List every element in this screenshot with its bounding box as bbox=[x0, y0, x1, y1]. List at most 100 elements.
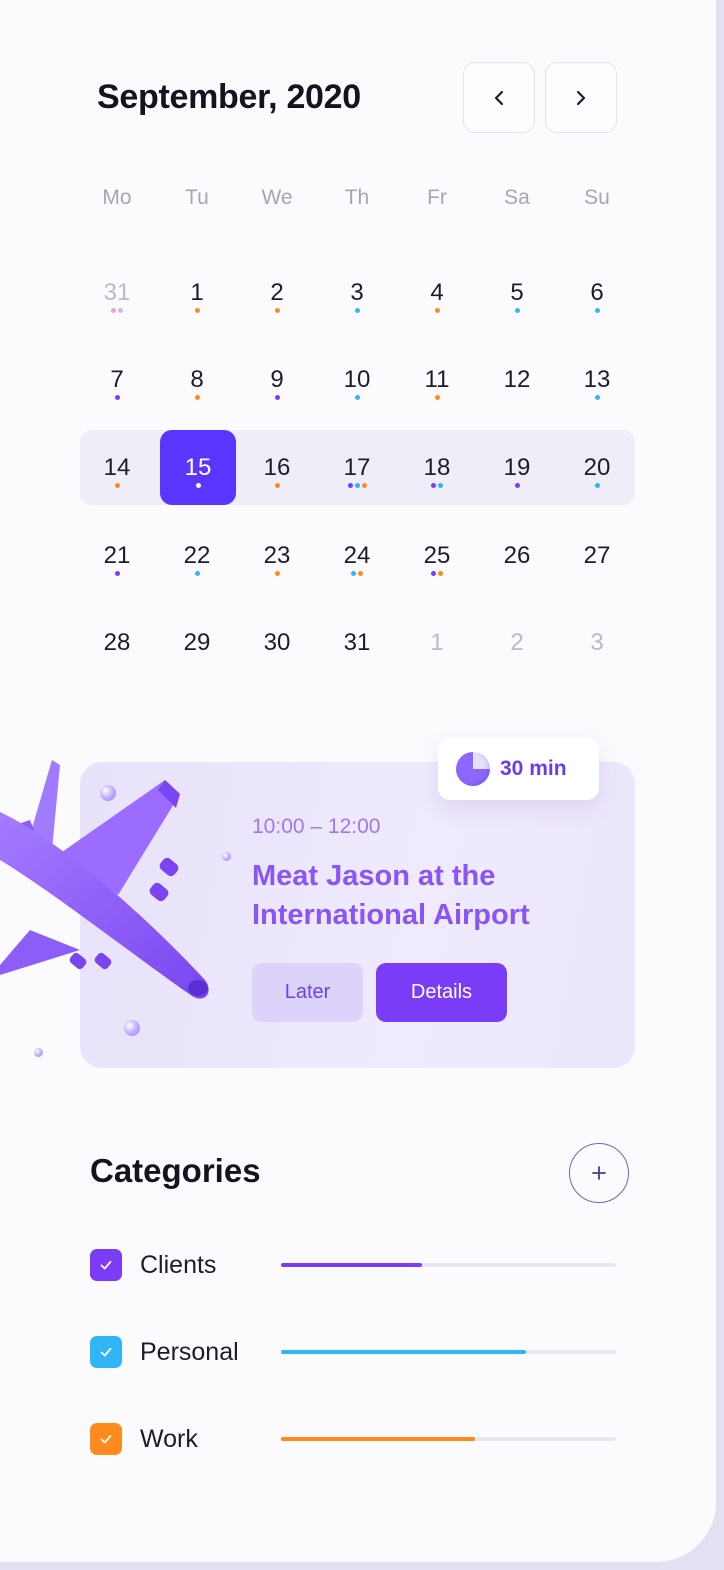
day-number: 8 bbox=[190, 366, 204, 393]
calendar-day[interactable]: 30 bbox=[237, 605, 317, 680]
event-dots bbox=[274, 308, 280, 313]
event-dots bbox=[274, 571, 280, 576]
duration-badge: 30 min bbox=[438, 738, 599, 800]
calendar-day[interactable]: 26 bbox=[477, 518, 557, 593]
event-dots bbox=[194, 395, 200, 400]
calendar-day[interactable]: 20 bbox=[557, 430, 637, 505]
category-progress-track bbox=[281, 1437, 616, 1441]
decorative-bubble bbox=[222, 852, 231, 861]
next-month-button[interactable] bbox=[545, 62, 617, 133]
calendar-day[interactable]: 3 bbox=[557, 605, 637, 680]
event-dot bbox=[114, 395, 120, 400]
event-dots bbox=[195, 483, 201, 488]
category-checkbox[interactable] bbox=[90, 1423, 122, 1455]
plus-icon bbox=[592, 1166, 606, 1180]
details-button[interactable]: Details bbox=[376, 963, 507, 1022]
day-number: 1 bbox=[430, 629, 444, 656]
calendar-day[interactable]: 31 bbox=[317, 605, 397, 680]
event-dots bbox=[194, 308, 200, 313]
calendar-day[interactable]: 7 bbox=[77, 342, 157, 417]
calendar-day[interactable]: 1 bbox=[397, 605, 477, 680]
calendar-day[interactable]: 14 bbox=[77, 430, 157, 505]
calendar-day[interactable]: 18 bbox=[397, 430, 477, 505]
event-dot bbox=[431, 483, 436, 488]
event-dot bbox=[274, 308, 280, 313]
calendar-day[interactable]: 4 bbox=[397, 255, 477, 330]
calendar-day[interactable]: 29 bbox=[157, 605, 237, 680]
event-dot bbox=[114, 483, 120, 488]
event-time: 10:00 – 12:00 bbox=[252, 815, 381, 838]
day-number: 11 bbox=[424, 366, 450, 393]
event-dots bbox=[274, 395, 280, 400]
calendar-day[interactable]: 9 bbox=[237, 342, 317, 417]
weekday-label: We bbox=[261, 186, 293, 209]
day-number: 31 bbox=[343, 629, 371, 656]
day-number: 31 bbox=[103, 279, 131, 306]
weekday-label: Mo bbox=[102, 186, 132, 209]
decorative-bubble bbox=[34, 1048, 43, 1057]
category-label: Work bbox=[140, 1425, 198, 1453]
event-dot bbox=[274, 483, 280, 488]
calendar-day[interactable]: 2 bbox=[477, 605, 557, 680]
calendar-day[interactable]: 10 bbox=[317, 342, 397, 417]
day-number: 15 bbox=[184, 454, 212, 481]
calendar-day-selected[interactable]: 15 bbox=[160, 430, 236, 505]
event-title: Meat Jason at the International Airport bbox=[252, 860, 530, 931]
add-category-button[interactable] bbox=[569, 1143, 629, 1203]
category-progress-fill bbox=[281, 1263, 422, 1267]
calendar-day[interactable]: 25 bbox=[397, 518, 477, 593]
calendar-day[interactable]: 22 bbox=[157, 518, 237, 593]
calendar-day[interactable]: 1 bbox=[157, 255, 237, 330]
categories-title: Categories bbox=[90, 1152, 261, 1189]
calendar-day[interactable]: 23 bbox=[237, 518, 317, 593]
weekday-label: Fr bbox=[427, 186, 447, 209]
event-dots bbox=[114, 571, 120, 576]
previous-month-button[interactable] bbox=[463, 62, 535, 133]
calendar-day[interactable]: 28 bbox=[77, 605, 157, 680]
category-item-personal: Personal bbox=[90, 1332, 620, 1372]
event-dots bbox=[431, 571, 443, 576]
event-dot bbox=[195, 483, 201, 488]
calendar-day[interactable]: 8 bbox=[157, 342, 237, 417]
category-label: Personal bbox=[140, 1338, 239, 1366]
checkmark-icon bbox=[100, 1260, 112, 1270]
category-checkbox[interactable] bbox=[90, 1336, 122, 1368]
event-dots bbox=[114, 483, 120, 488]
category-label: Clients bbox=[140, 1251, 217, 1279]
day-number: 14 bbox=[103, 454, 131, 481]
event-dot bbox=[274, 395, 280, 400]
day-number: 16 bbox=[263, 454, 291, 481]
event-dot bbox=[354, 395, 360, 400]
calendar-day[interactable]: 6 bbox=[557, 255, 637, 330]
calendar-day[interactable]: 21 bbox=[77, 518, 157, 593]
calendar-day[interactable]: 11 bbox=[397, 342, 477, 417]
calendar-day[interactable]: 13 bbox=[557, 342, 637, 417]
day-number: 3 bbox=[590, 629, 604, 656]
event-dot bbox=[594, 308, 600, 313]
calendar-day[interactable]: 3 bbox=[317, 255, 397, 330]
calendar-day[interactable]: 16 bbox=[237, 430, 317, 505]
day-number: 21 bbox=[103, 542, 131, 569]
day-number: 24 bbox=[343, 542, 371, 569]
calendar-day[interactable]: 19 bbox=[477, 430, 557, 505]
checkmark-icon bbox=[100, 1434, 112, 1444]
calendar-day[interactable]: 31 bbox=[77, 255, 157, 330]
calendar-day[interactable]: 12 bbox=[477, 342, 557, 417]
calendar-day[interactable]: 24 bbox=[317, 518, 397, 593]
calendar-day[interactable]: 17 bbox=[317, 430, 397, 505]
event-dots bbox=[431, 483, 443, 488]
calendar-day[interactable]: 2 bbox=[237, 255, 317, 330]
calendar-day[interactable]: 5 bbox=[477, 255, 557, 330]
event-dots bbox=[351, 571, 363, 576]
day-number: 30 bbox=[263, 629, 291, 656]
event-dots bbox=[274, 483, 280, 488]
later-button[interactable]: Later bbox=[252, 963, 363, 1022]
event-dot bbox=[434, 308, 440, 313]
day-number: 9 bbox=[270, 366, 284, 393]
category-checkbox[interactable] bbox=[90, 1249, 122, 1281]
weekday-label: Tu bbox=[185, 186, 209, 209]
category-progress-fill bbox=[281, 1437, 476, 1441]
event-dots bbox=[434, 308, 440, 313]
event-dots bbox=[594, 483, 600, 488]
calendar-day[interactable]: 27 bbox=[557, 518, 637, 593]
